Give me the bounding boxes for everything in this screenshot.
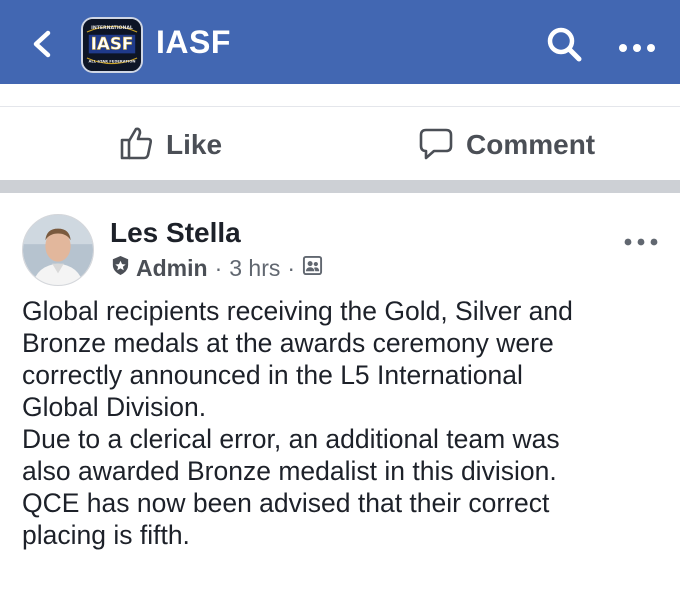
post-text-line: Due to a clerical error, an additional t… [22, 424, 560, 454]
post-meta: Admin · 3 hrs · [110, 255, 323, 282]
comment-bubble-icon [418, 125, 454, 166]
post-author-role: Admin [136, 255, 208, 281]
post-text-line: Global Division. [22, 392, 207, 422]
avatar[interactable] [22, 214, 94, 286]
logo-bottom-text: ALL STAR FEDERATION [88, 60, 135, 64]
post-text-line: QCE has now been advised that their corr… [22, 488, 550, 518]
section-divider [0, 180, 680, 193]
top-navbar: INTERNATIONAL IASF ALL STAR FEDERATION I… [0, 0, 680, 84]
like-button[interactable]: Like [118, 125, 222, 165]
admin-badge-icon [110, 255, 131, 282]
post-text-line: Global recipients receiving the Gold, Si… [22, 296, 573, 326]
meta-separator: · [287, 255, 296, 281]
post-options-icon[interactable] [623, 233, 659, 246]
thumbs-up-icon [118, 125, 154, 166]
search-icon[interactable] [544, 24, 584, 64]
post-timestamp[interactable]: 3 hrs [229, 255, 280, 282]
post-text-line: also awarded Bronze medalist in this div… [22, 456, 557, 486]
post-text-line: placing is fifth. [22, 520, 190, 550]
post-body: Global recipients receiving the Gold, Si… [22, 295, 662, 551]
page-logo[interactable]: INTERNATIONAL IASF ALL STAR FEDERATION [81, 17, 143, 73]
post-card: Les Stella Admin · 3 hrs · Global recipi… [0, 193, 680, 595]
page-title[interactable]: IASF [156, 24, 231, 61]
post-text-line: Bronze medals at the awards ceremony wer… [22, 328, 554, 358]
logo-top-text: INTERNATIONAL [91, 25, 133, 31]
post-action-bar: Like Comment [0, 106, 680, 180]
group-audience-icon [302, 255, 323, 282]
like-label: Like [166, 129, 223, 160]
back-chevron-icon[interactable] [30, 30, 54, 58]
comment-label: Comment [466, 129, 596, 160]
meta-separator: · [214, 255, 223, 281]
logo-center-text: IASF [91, 34, 134, 54]
comment-button[interactable]: Comment [418, 125, 595, 165]
post-text-line: correctly announced in the L5 Internatio… [22, 360, 523, 390]
post-author-name[interactable]: Les Stella [110, 217, 241, 249]
more-options-icon[interactable] [617, 40, 657, 52]
